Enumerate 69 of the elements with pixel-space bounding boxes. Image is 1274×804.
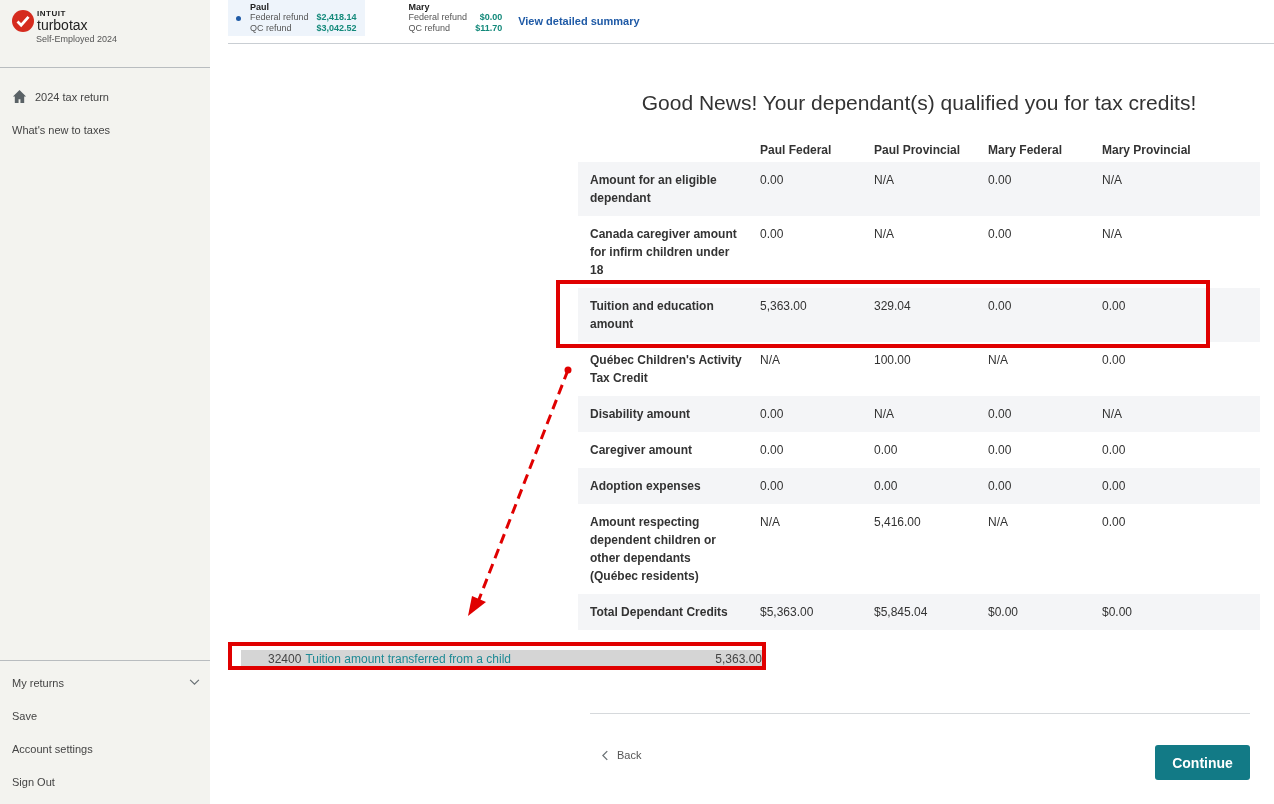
row-label: Tuition and education amount — [589, 298, 715, 333]
table-cell-text: 0.00 — [760, 172, 785, 189]
row-label: Total Dependant Credits — [589, 604, 729, 621]
table-cell-text: 0.00 — [874, 442, 899, 459]
line-amount: 5,363.00 — [715, 651, 762, 666]
column-header: Paul Provincial — [874, 142, 962, 159]
table-cell-text: $5,845.04 — [874, 604, 929, 621]
table-cell-text: 0.00 — [874, 478, 899, 495]
table-cell-text: N/A — [1102, 172, 1123, 189]
column-header: Mary Federal — [988, 142, 1064, 159]
column-header: Mary Provincial — [1102, 142, 1192, 159]
table-cell-text: 0.00 — [988, 172, 1013, 189]
table-cell-text: 0.00 — [760, 406, 785, 423]
table-cell-text: 329.04 — [874, 298, 912, 315]
table-cell-text: N/A — [1102, 406, 1123, 423]
table-cell-text: 0.00 — [760, 226, 785, 243]
company-name: INTUIT — [37, 10, 67, 18]
sidebar-item[interactable]: Account settings — [0, 732, 210, 765]
row-label: Québec Children's Activity Tax Credit — [589, 352, 743, 387]
sidebar-item[interactable]: My returns — [0, 666, 210, 699]
chevron-left-icon — [602, 749, 609, 761]
row-label: Caregiver amount — [589, 442, 694, 459]
table-cell-text: N/A — [988, 352, 1009, 369]
home-icon — [12, 89, 27, 104]
refund-summary-tab[interactable]: Mary Federal refund $0.00 QC refund $11.70 — [386, 0, 511, 36]
back-link[interactable]: Back — [602, 749, 642, 761]
table-cell-text: 100.00 — [874, 352, 912, 369]
table-cell-text: 5,416.00 — [874, 514, 922, 531]
table-cell-text: N/A — [874, 172, 895, 189]
sidebar-item[interactable]: 2024 tax return — [0, 80, 210, 113]
table-cell-text: N/A — [988, 514, 1009, 531]
table-cell-text: 0.00 — [988, 226, 1013, 243]
table-cell-text: $0.00 — [1102, 604, 1134, 621]
row-label: Adoption expenses — [589, 478, 702, 495]
sidebar-item[interactable]: Sign Out — [0, 765, 210, 798]
table-cell-text: 0.00 — [1102, 478, 1127, 495]
table-cell-text: 0.00 — [760, 478, 785, 495]
refund-summary-tab[interactable]: Paul Federal refund $2,418.14 QC refund $3,042.52 — [228, 0, 365, 36]
table-cell-text: N/A — [874, 406, 895, 423]
table-cell-text: 0.00 — [988, 406, 1013, 423]
table-cell-text: $5,363.00 — [760, 604, 815, 621]
continue-button[interactable]: Continue — [1155, 745, 1250, 780]
edition-label: Self-Employed 2024 — [36, 34, 119, 44]
row-label: Amount for an eligible dependant — [589, 172, 718, 207]
summary-link[interactable]: View detailed summary — [518, 15, 640, 27]
table-cell-text: 0.00 — [1102, 442, 1127, 459]
row-label: Disability amount — [589, 406, 691, 423]
row-label: Canada caregiver amount for infirm children under 18 — [589, 226, 738, 279]
sidebar-item[interactable]: What's new to taxes — [0, 113, 210, 146]
table-cell-text: $0.00 — [988, 604, 1020, 621]
table-cell-text: 0.00 — [1102, 514, 1127, 531]
sidebar-item[interactable]: Save — [0, 699, 210, 732]
table-cell-text: 5,363.00 — [760, 298, 808, 315]
table-cell-text: 0.00 — [988, 442, 1013, 459]
table-cell-text: 0.00 — [760, 442, 785, 459]
row-label: Amount respecting dependent children or other dependants (Québec residents) — [589, 514, 717, 585]
product-name: turbotax — [37, 18, 88, 32]
table-cell-text: 0.00 — [988, 298, 1013, 315]
table-cell-text: N/A — [760, 514, 781, 531]
checkmark-logo-icon — [12, 10, 34, 32]
column-header: Paul Federal — [760, 142, 833, 159]
line-code: 32400 — [268, 651, 302, 666]
table-cell-text: N/A — [1102, 226, 1123, 243]
table-cell-text: N/A — [874, 226, 895, 243]
page-heading: Good News! Your dependant(s) qualified you for tax credits! — [640, 91, 1198, 116]
table-cell-text: 0.00 — [988, 478, 1013, 495]
table-cell-text: 0.00 — [1102, 352, 1127, 369]
table-cell-text: N/A — [760, 352, 781, 369]
table-cell-text: 0.00 — [1102, 298, 1127, 315]
